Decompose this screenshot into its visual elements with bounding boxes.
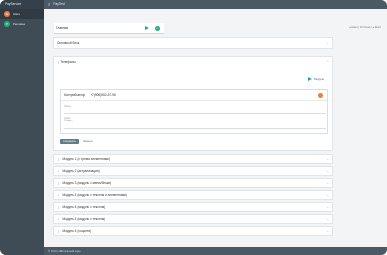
topbar: ≡ PayTest	[44, 0, 387, 9]
ads-icon: Р	[4, 21, 10, 27]
module-label: Модуль 3 (модуль с меню/блоки)	[62, 181, 112, 185]
drag-handle-icon[interactable]: ⋮	[57, 181, 60, 185]
sidebar-item-label: Шаги	[13, 12, 21, 16]
drag-handle-icon[interactable]: ⋮	[57, 193, 60, 197]
phone-entry: Контрибьютор +7(906)552-67-96 Город Адре…	[60, 89, 328, 134]
close-button[interactable]: Закрыть	[83, 140, 93, 143]
chevron-down-icon: ⌄	[326, 229, 329, 233]
module-label: Модуль 4 (модуль с текстом и элементами)	[62, 193, 127, 197]
drag-handle-icon[interactable]: ⋮	[57, 229, 60, 233]
menu-icon[interactable]: ≡	[48, 0, 50, 9]
chevron-down-icon: ⌄	[326, 217, 329, 221]
phones-header[interactable]: ⋮ Телефоны ⌃	[54, 57, 332, 67]
chevron-down-icon: ⌄	[326, 169, 329, 173]
drag-handle-icon[interactable]: ⋮	[57, 205, 60, 209]
sidebar-item-label: Реклама	[13, 22, 26, 26]
play-icon[interactable]	[145, 26, 149, 30]
phones-title: Телефоны	[60, 60, 76, 64]
module-label: Модуль 4 (модуль с текстом)	[62, 205, 106, 209]
main-content: Главная ✓ ● Шаги | 10 блоки | ● Шаги Осн…	[44, 9, 387, 247]
module-label: Модуль 4 (модуль с текстом)	[62, 217, 106, 221]
sidebar-item-ads[interactable]: Р Реклама	[0, 19, 44, 29]
module-row[interactable]: ⋮ Модуль 4 (соцсети) ⌄	[53, 226, 333, 236]
drag-handle-icon[interactable]: ⋮	[57, 217, 60, 221]
module-row[interactable]: ⋮ Модуль 4 (модуль с текстом) ⌄	[53, 214, 333, 224]
delete-icon[interactable]	[318, 92, 323, 98]
brand-title: PayService	[0, 0, 44, 9]
phone-number: +7(906)552-67-96	[90, 93, 116, 97]
phones-actions: Сохранить Закрыть	[60, 139, 93, 144]
address-field[interactable]: Адрес Телефон	[64, 117, 326, 129]
footer: © ООО «Витальный код»	[44, 247, 387, 255]
module-label: Модуль 2 (актуализация)	[62, 169, 100, 173]
chevron-down-icon: ⌄	[326, 157, 329, 161]
sidebar-item-steps[interactable]: Ш Шаги	[0, 9, 44, 19]
phone-label: Контрибьютор	[64, 93, 86, 97]
steps-icon: Ш	[4, 11, 10, 17]
section-select[interactable]: Основной блок ⌄	[53, 37, 333, 49]
section-select-value: Основной блок	[57, 41, 80, 45]
drag-handle-icon[interactable]: ⋮	[57, 169, 60, 173]
module-row[interactable]: ⋮ Модуль 1 (с трема элементами) ⌄	[53, 154, 333, 164]
chevron-down-icon: ⌄	[326, 193, 329, 197]
chevron-up-icon: ⌃	[326, 60, 329, 64]
page-select[interactable]: Главная ✓	[54, 23, 164, 34]
module-row[interactable]: ⋮ Модуль 4 (модуль с текстом) ⌄	[53, 202, 333, 212]
module-tag-icon	[308, 77, 313, 81]
chevron-down-icon: ⌄	[326, 205, 329, 209]
phone-entry-title: Контрибьютор +7(906)552-67-96	[61, 90, 327, 101]
app-window: PayService Ш Шаги Р Реклама ≡ PayTest Гл…	[0, 0, 387, 255]
chevron-down-icon: ⌄	[326, 181, 329, 185]
page-select-value: Главная	[56, 26, 69, 30]
phones-block: ⋮ Телефоны ⌃ Модуль Контрибьютор +7(906)…	[53, 56, 333, 151]
module-label: Модуль 4 (соцсети)	[62, 229, 92, 233]
topbar-title: PayTest	[53, 2, 65, 6]
module-label: Модуль 1 (с трема элементами)	[62, 157, 110, 161]
drag-handle-icon[interactable]: ⋮	[57, 157, 60, 161]
city-field[interactable]: Город	[64, 105, 326, 114]
chevron-down-icon: ⌄	[326, 41, 329, 45]
top-right-status: ● Шаги | 10 блоки | ● Шаги	[349, 26, 381, 29]
module-tag: Модуль	[308, 77, 324, 81]
sidebar: PayService Ш Шаги Р Реклама	[0, 0, 44, 255]
module-row[interactable]: ⋮ Модуль 2 (актуализация) ⌄	[53, 166, 333, 176]
module-row[interactable]: ⋮ Модуль 3 (модуль с меню/блоки) ⌄	[53, 178, 333, 188]
save-button[interactable]: Сохранить	[60, 139, 79, 144]
module-row[interactable]: ⋮ Модуль 4 (модуль с текстом и элементам…	[53, 190, 333, 200]
check-icon[interactable]: ✓	[155, 25, 160, 31]
